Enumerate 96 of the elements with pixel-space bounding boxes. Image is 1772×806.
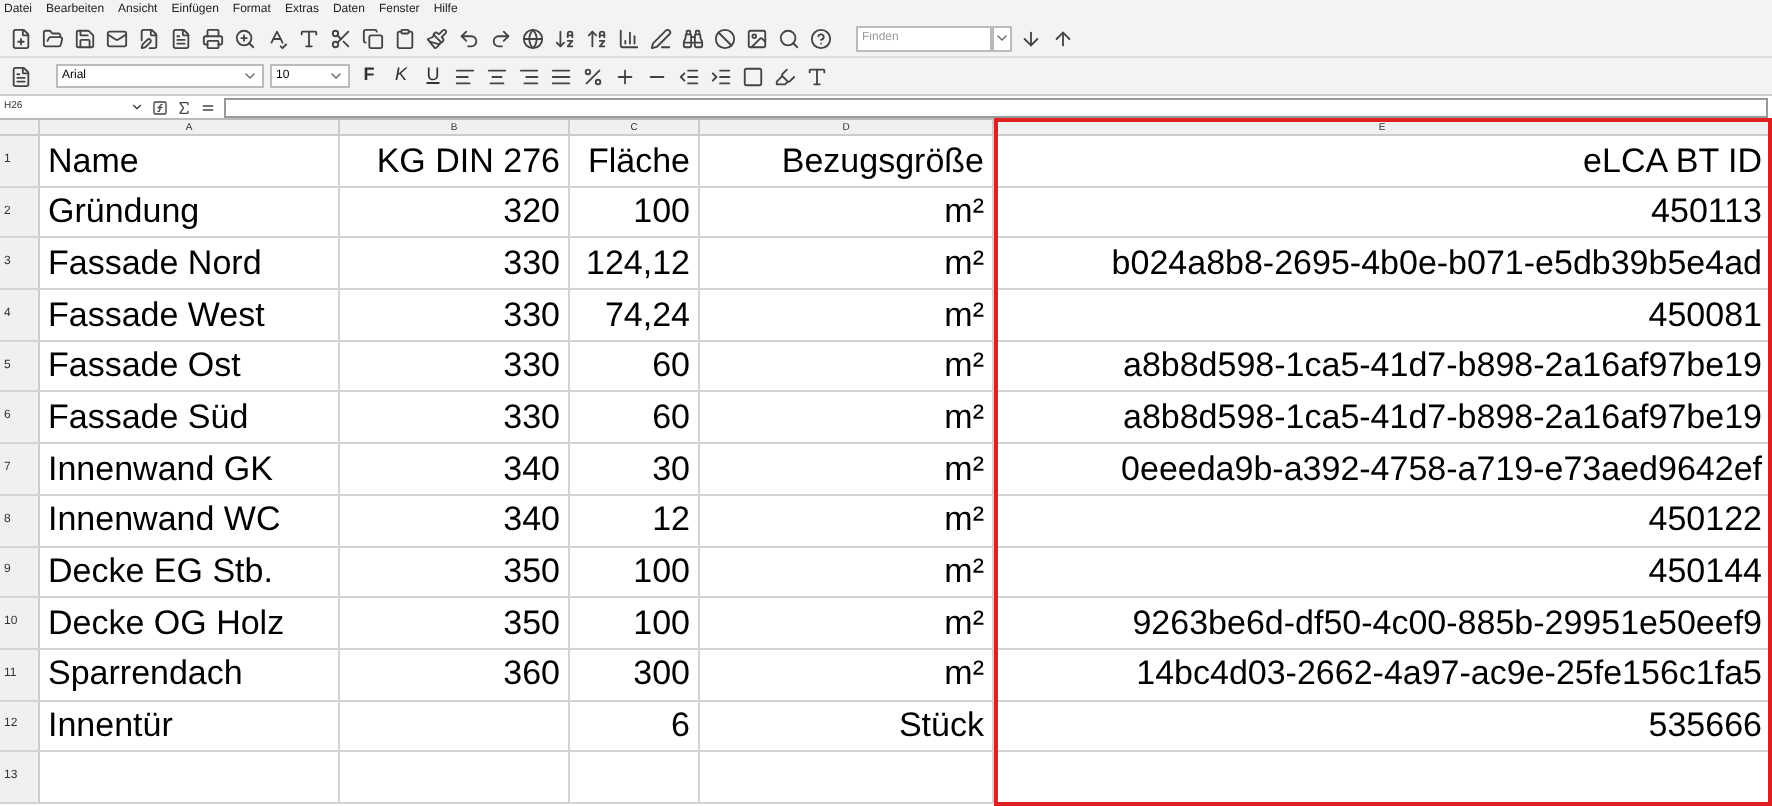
table-cell: Fassade West <box>40 290 340 340</box>
undo-icon[interactable] <box>456 25 482 51</box>
table-cell: Innenwand WC <box>40 495 340 545</box>
help-icon[interactable] <box>808 25 834 51</box>
formula-input[interactable] <box>224 97 1768 117</box>
edit-file-icon[interactable] <box>136 25 162 51</box>
ban-icon[interactable] <box>712 25 738 51</box>
table-cell: m² <box>700 238 994 289</box>
table-cell: m² <box>700 187 994 237</box>
table-cell: 450122 <box>994 495 1772 545</box>
table-cell: 124,12 <box>570 238 700 289</box>
table-cell: 9263be6d-df50-4c00-885b-29951e50eef9 <box>994 598 1772 648</box>
table-cell: Bezugsgröße <box>700 136 994 186</box>
pen-icon[interactable] <box>648 25 674 51</box>
function-wizard-icon[interactable] <box>152 99 168 115</box>
pdf-export-icon[interactable] <box>168 25 194 51</box>
table-cell: m² <box>700 495 994 545</box>
table-cell: 330 <box>340 392 570 443</box>
table-cell: Sparrendach <box>40 649 340 700</box>
table-cell: m² <box>700 392 994 443</box>
border-icon[interactable] <box>740 63 766 89</box>
table-cell: Fassade Ost <box>40 341 340 391</box>
table-cell: 14bc4d03-2662-4a97-ac9e-25fe156c1fa5 <box>994 649 1772 700</box>
table-cell: m² <box>700 649 994 700</box>
search-icon[interactable] <box>776 25 802 51</box>
table-cell: KG DIN 276 <box>340 136 570 186</box>
chart-icon[interactable] <box>616 25 642 51</box>
autospell-icon[interactable] <box>296 25 322 51</box>
table-cell: Decke OG Holz <box>40 598 340 648</box>
percent-icon[interactable] <box>580 63 606 89</box>
table-cell: 350 <box>340 547 570 597</box>
sort-descending-icon[interactable] <box>584 25 610 51</box>
table-cell: 300 <box>570 649 700 700</box>
table-cell: 30 <box>570 444 700 494</box>
table-cell: 450113 <box>994 187 1772 237</box>
table-cell: 100 <box>570 547 700 597</box>
table-cell: Innenwand GK <box>40 444 340 494</box>
table-cell: 330 <box>340 290 570 340</box>
highlight-icon[interactable] <box>772 63 798 89</box>
table-cell: 450144 <box>994 547 1772 597</box>
table-cell: 0eeeda9b-a392-4758-a719-e73aed9642ef <box>994 444 1772 494</box>
save-icon[interactable] <box>72 25 98 51</box>
table-cell: Fassade Nord <box>40 238 340 289</box>
table-cell: m² <box>700 598 994 648</box>
table-cell: m² <box>700 290 994 340</box>
table-cell: Gründung <box>40 187 340 237</box>
table-cell: Decke EG Stb. <box>40 547 340 597</box>
table-cell: m² <box>700 444 994 494</box>
text-style-button[interactable]: F <box>356 62 382 90</box>
table-cell: b024a8b8-2695-4b0e-b071-e5db39b5e4ad <box>994 238 1772 289</box>
table-cell: 330 <box>340 341 570 391</box>
binoculars-icon[interactable] <box>680 25 706 51</box>
mail-icon[interactable] <box>104 25 130 51</box>
paintbrush-icon[interactable] <box>424 25 450 51</box>
printer-icon[interactable] <box>200 25 226 51</box>
table-cell: 6 <box>570 701 700 751</box>
styles-icon[interactable] <box>8 63 34 89</box>
table-cell: 450081 <box>994 290 1772 340</box>
table-cell: 60 <box>570 392 700 443</box>
globe-icon[interactable] <box>520 25 546 51</box>
table-cell: eLCA BT ID <box>994 136 1772 186</box>
table-cell: m² <box>700 547 994 597</box>
table-cell: 12 <box>570 495 700 545</box>
text-style-button[interactable]: U <box>420 62 446 90</box>
scissors-icon[interactable] <box>328 25 354 51</box>
sum-icon[interactable] <box>176 99 192 115</box>
table-cell: 74,24 <box>570 290 700 340</box>
table-cell: 320 <box>340 187 570 237</box>
table-cell: Name <box>40 136 340 186</box>
text-style-button[interactable]: K <box>388 62 414 90</box>
table-cell: a8b8d598-1ca5-41d7-b898-2a16af97be19 <box>994 392 1772 443</box>
table-cell: 340 <box>340 495 570 545</box>
print-preview-icon[interactable] <box>232 25 258 51</box>
sort-ascending-icon[interactable] <box>552 25 578 51</box>
table-cell: 100 <box>570 187 700 237</box>
redo-icon[interactable] <box>488 25 514 51</box>
table-cell: 340 <box>340 444 570 494</box>
table-cell: Fassade Süd <box>40 392 340 443</box>
table-cell: a8b8d598-1ca5-41d7-b898-2a16af97be19 <box>994 341 1772 391</box>
table-cell: 535666 <box>994 701 1772 751</box>
table-cell: 100 <box>570 598 700 648</box>
table-cell: Stück <box>700 701 994 751</box>
table-cell: 360 <box>340 649 570 700</box>
clipboard-icon[interactable] <box>392 25 418 51</box>
folder-icon[interactable] <box>40 25 66 51</box>
table-cell: 330 <box>340 238 570 289</box>
table-cell: Fläche <box>570 136 700 186</box>
table-cell: m² <box>700 341 994 391</box>
new-document-icon[interactable] <box>8 25 34 51</box>
equals-icon[interactable] <box>200 99 216 115</box>
copy-icon[interactable] <box>360 25 386 51</box>
font-color-icon[interactable] <box>804 63 830 89</box>
table-cell: Innentür <box>40 701 340 751</box>
table-cell: 350 <box>340 598 570 648</box>
image-icon[interactable] <box>744 25 770 51</box>
table-cell: 60 <box>570 341 700 391</box>
